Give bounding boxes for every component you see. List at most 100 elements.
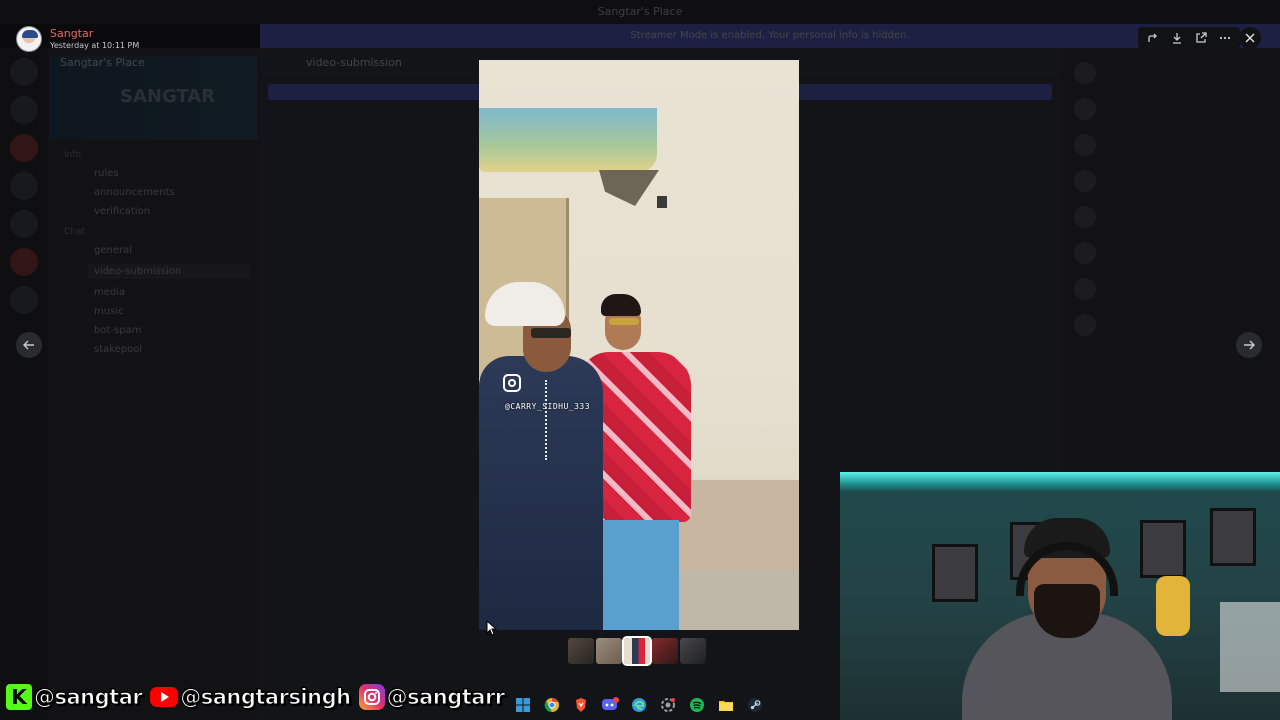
channel-category: Chat — [64, 227, 86, 237]
person-sunglasses — [609, 318, 639, 325]
arrow-left-icon — [23, 340, 34, 350]
taskbar-settings[interactable] — [657, 694, 679, 716]
webcam-right-panel — [1220, 602, 1280, 692]
taskbar-chrome[interactable] — [541, 694, 563, 716]
instagram-handle: @sangtarr — [386, 685, 506, 710]
server-icon — [10, 286, 38, 314]
media-viewer-screen: Sangtar's Place Streamer Mode is enabled… — [0, 0, 1280, 720]
member-avatar — [1074, 278, 1096, 300]
uploader-name[interactable]: Sangtar — [50, 27, 139, 40]
taskbar-discord[interactable] — [599, 694, 621, 716]
channel-item: stakepool — [94, 344, 143, 355]
media-thumbnail-selected[interactable] — [622, 636, 652, 666]
server-icon — [10, 248, 38, 276]
kick-icon: K — [6, 684, 32, 710]
person-chain — [545, 380, 557, 460]
server-icon — [10, 134, 38, 162]
person-sunglasses — [531, 328, 571, 338]
member-avatar — [1074, 314, 1096, 336]
channel-item: bot-spam — [94, 325, 142, 336]
uploader-avatar[interactable] — [16, 26, 42, 52]
member-avatar — [1074, 170, 1096, 192]
channel-category: Info — [64, 150, 82, 160]
instagram-icon — [358, 684, 385, 710]
server-icon — [10, 172, 38, 200]
steam-icon — [748, 698, 762, 712]
close-viewer-button[interactable] — [1239, 27, 1261, 49]
windows-taskbar — [512, 692, 766, 718]
video-watermark-handle: @CARRY_SIDHU_333 — [505, 402, 591, 411]
server-icon — [10, 96, 38, 124]
channel-item: verification — [94, 206, 151, 217]
window-title: Sangtar's Place — [597, 5, 683, 18]
window-titlebar: Sangtar's Place — [0, 0, 1280, 24]
member-avatar — [1074, 62, 1096, 84]
download-icon — [1173, 33, 1181, 44]
media-video[interactable]: @CARRY_SIDHU_333 — [479, 60, 799, 630]
channel-item: music — [94, 306, 124, 317]
channel-item: general — [94, 245, 133, 256]
youtube-handle: @sangtarsingh — [180, 685, 352, 710]
channel-sidebar: Sangtar's Place SANGTAR Info rules annou… — [48, 48, 260, 720]
member-avatar — [1074, 98, 1096, 120]
windows-icon — [516, 698, 530, 712]
spotify-icon — [690, 698, 704, 712]
edge-icon — [632, 698, 646, 712]
taskbar-file-explorer[interactable] — [715, 694, 737, 716]
next-media-button[interactable] — [1236, 332, 1262, 358]
discord-icon — [602, 697, 619, 710]
person-jeans — [601, 520, 679, 630]
taskbar-brave[interactable] — [570, 694, 592, 716]
media-thumbnail[interactable] — [596, 638, 622, 664]
previous-media-button[interactable] — [16, 332, 42, 358]
person-jacket — [479, 356, 603, 630]
video-scene-awning — [479, 108, 657, 172]
server-list — [0, 48, 48, 720]
taskbar-steam[interactable] — [744, 694, 766, 716]
video-scene-wall-light — [657, 196, 667, 208]
download-button[interactable] — [1166, 27, 1188, 49]
file-explorer-icon — [719, 701, 733, 711]
youtube-icon — [150, 687, 179, 707]
media-thumbnail[interactable] — [680, 638, 706, 664]
more-icon — [1219, 36, 1231, 40]
instagram-watermark-icon — [503, 374, 521, 392]
media-thumbnail[interactable] — [652, 638, 678, 664]
settings-icon — [661, 698, 675, 712]
chrome-icon — [544, 698, 559, 713]
upload-timestamp: Yesterday at 10:11 PM — [50, 40, 140, 50]
open-external-icon — [1196, 32, 1207, 43]
more-options-button[interactable] — [1214, 27, 1236, 49]
open-external-button[interactable] — [1190, 27, 1212, 49]
channel-item: announcements — [94, 187, 175, 198]
server-icon — [10, 210, 38, 238]
forward-icon — [1148, 33, 1157, 42]
server-icon — [10, 58, 38, 86]
member-avatar — [1074, 206, 1096, 228]
webcam-figure-decor — [1156, 576, 1190, 636]
webcam-wall-poster — [1210, 508, 1256, 566]
windows-start-button[interactable] — [512, 694, 534, 716]
kick-handle: @sangtar — [33, 685, 143, 710]
channel-item: media — [94, 287, 126, 298]
member-avatar — [1074, 242, 1096, 264]
media-thumbnail[interactable] — [568, 638, 594, 664]
mouse-cursor-icon — [486, 620, 498, 636]
media-thumbnail-strip — [568, 636, 706, 666]
forward-button[interactable] — [1142, 27, 1164, 49]
taskbar-edge[interactable] — [628, 694, 650, 716]
taskbar-spotify[interactable] — [686, 694, 708, 716]
streamer-mode-banner: Streamer Mode is enabled. Your personal … — [260, 24, 1280, 48]
uploader-info[interactable]: Sangtar Yesterday at 10:11 PM — [16, 26, 139, 52]
webcam-feed — [840, 472, 1280, 720]
webcam-led-strip — [840, 472, 1280, 492]
video-person-left — [479, 280, 609, 630]
member-avatar — [1074, 134, 1096, 156]
webcam-wall-poster — [1140, 520, 1186, 578]
stream-social-handles: K @sangtar @sangtarsingh @sangtarr — [6, 683, 511, 711]
close-icon — [1245, 33, 1255, 43]
webcam-wall-poster — [932, 544, 978, 602]
person-beanie — [485, 282, 565, 326]
media-toolbar — [1138, 27, 1240, 49]
brave-icon — [576, 698, 586, 712]
